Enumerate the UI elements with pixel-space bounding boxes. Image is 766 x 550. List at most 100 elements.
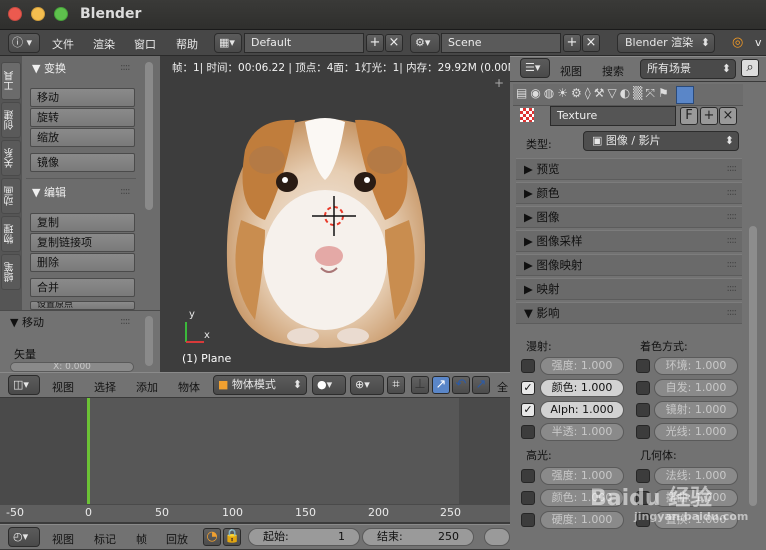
menu-select[interactable]: 选择 bbox=[94, 379, 116, 395]
ray-mirror-slider[interactable]: 光线: 1.000 bbox=[654, 423, 738, 441]
scene-field[interactable]: Scene bbox=[441, 33, 561, 53]
add-region-icon[interactable]: + bbox=[494, 76, 504, 90]
viewport-shading-select[interactable]: ●▾ bbox=[312, 375, 346, 395]
mirror-checkbox[interactable] bbox=[636, 403, 650, 417]
transform-panel-header[interactable]: ▼ 变换 bbox=[32, 60, 66, 76]
transform-axis-icon[interactable]: ⊥ bbox=[411, 376, 429, 394]
pivot-select[interactable]: ⊕▾ bbox=[350, 375, 384, 395]
texture-name-field[interactable]: Texture bbox=[550, 106, 676, 126]
maximize-window-button[interactable] bbox=[54, 7, 68, 21]
duplicate-linked-button[interactable]: 复制链接项 bbox=[30, 233, 135, 252]
ambient-slider[interactable]: 环境: 1.000 bbox=[654, 357, 738, 375]
screen-layout-icon[interactable]: ▦▾ bbox=[214, 33, 242, 53]
translucency-checkbox[interactable] bbox=[521, 425, 535, 439]
tab-tools[interactable]: 工具 bbox=[1, 62, 21, 100]
mirror-slider[interactable]: 镜射: 1.000 bbox=[654, 401, 738, 419]
end-frame-field[interactable]: 结束: 250 bbox=[362, 528, 474, 546]
menu-render[interactable]: 渲染 bbox=[93, 36, 115, 52]
start-frame-field[interactable]: 起始: 1 bbox=[248, 528, 360, 546]
panel-mapping[interactable]: ▶ 映射:::: bbox=[516, 278, 742, 300]
diffuse-color-checkbox[interactable]: ✓ bbox=[521, 381, 535, 395]
rotate-manipulator-icon[interactable]: ↶ bbox=[452, 376, 470, 394]
tab-create[interactable]: 创建 bbox=[1, 102, 21, 138]
panel-image-sampling[interactable]: ▶ 图像采样:::: bbox=[516, 230, 742, 252]
context-icons[interactable]: ▤◉◍☀⚙◊⚒▽◐▒⤧⚑ bbox=[516, 86, 744, 101]
panel-preview[interactable]: ▶ 预览:::: bbox=[516, 158, 742, 180]
menu-timeline-view[interactable]: 视图 bbox=[52, 531, 74, 547]
editor-type-button[interactable]: ⓘ ▾ bbox=[8, 33, 40, 53]
ray-mirror-checkbox[interactable] bbox=[636, 425, 650, 439]
properties-scrollbar[interactable] bbox=[749, 226, 757, 506]
menu-search[interactable]: 搜索 bbox=[602, 63, 624, 79]
tab-relations[interactable]: 关系 bbox=[1, 140, 21, 176]
current-frame-field[interactable] bbox=[484, 528, 510, 546]
menu-add[interactable]: 添加 bbox=[136, 379, 158, 395]
diffuse-color-slider[interactable]: 颜色: 1.000 bbox=[540, 379, 624, 397]
mode-select[interactable]: ■ 物体模式 ⬍ bbox=[213, 375, 307, 395]
emit-slider[interactable]: 自发: 1.000 bbox=[654, 379, 738, 397]
menu-props-view[interactable]: 视图 bbox=[560, 63, 582, 79]
vector-x-field[interactable]: X: 0.000 bbox=[10, 362, 134, 372]
timeline-editor-type-icon[interactable]: ◴▾ bbox=[8, 527, 40, 547]
lock-icon[interactable]: 🔒 bbox=[223, 528, 241, 546]
delete-button[interactable]: 删除 bbox=[30, 253, 135, 272]
panel-image[interactable]: ▶ 图像:::: bbox=[516, 206, 742, 228]
join-button[interactable]: 合并 bbox=[30, 278, 135, 297]
duplicate-button[interactable]: 复制 bbox=[30, 213, 135, 232]
spec-intensity-checkbox[interactable] bbox=[521, 469, 535, 483]
unlink-texture-icon[interactable]: × bbox=[719, 107, 737, 125]
render-engine-select[interactable]: Blender 渲染 ⬍ bbox=[617, 33, 715, 53]
menu-help[interactable]: 帮助 bbox=[176, 36, 198, 52]
scale-button[interactable]: 缩放 bbox=[30, 128, 135, 147]
tool-scrollbar[interactable] bbox=[145, 62, 153, 210]
view3d-editor-type-icon[interactable]: ◫▾ bbox=[8, 375, 40, 395]
scene-icon[interactable]: ⚙▾ bbox=[410, 33, 440, 53]
operator-scrollbar[interactable] bbox=[145, 316, 153, 366]
add-texture-icon[interactable]: + bbox=[700, 107, 718, 125]
menu-object[interactable]: 物体 bbox=[178, 379, 200, 395]
minimize-window-button[interactable] bbox=[31, 7, 45, 21]
drag-handle-icon[interactable]: :::: bbox=[120, 62, 131, 73]
texture-tab-icon[interactable] bbox=[676, 86, 694, 104]
panel-colors[interactable]: ▶ 颜色:::: bbox=[516, 182, 742, 204]
menu-window[interactable]: 窗口 bbox=[134, 36, 156, 52]
outliner-editor-type-icon[interactable]: ☰▾ bbox=[520, 58, 550, 78]
fake-user-toggle[interactable]: F bbox=[680, 107, 698, 125]
drag-handle-icon[interactable]: :::: bbox=[120, 186, 131, 197]
scale-manipulator-icon[interactable]: ↗ bbox=[472, 376, 490, 394]
translate-manipulator-icon[interactable]: ↗ bbox=[432, 376, 450, 394]
move-panel-header[interactable]: ▼ 移动 bbox=[10, 314, 44, 330]
alpha-checkbox[interactable]: ✓ bbox=[521, 403, 535, 417]
diffuse-intensity-checkbox[interactable] bbox=[521, 359, 535, 373]
drag-handle-icon[interactable]: :::: bbox=[120, 316, 131, 327]
rotate-button[interactable]: 旋转 bbox=[30, 108, 135, 127]
search-icon[interactable]: ⌕ bbox=[741, 59, 759, 77]
current-frame-line[interactable] bbox=[87, 398, 90, 508]
screen-layout-field[interactable]: Default bbox=[244, 33, 364, 53]
alpha-slider[interactable]: Alph: 1.000 bbox=[540, 401, 624, 419]
tab-animation[interactable]: 动画 bbox=[1, 178, 21, 214]
diffuse-intensity-slider[interactable]: 强度: 1.000 bbox=[540, 357, 624, 375]
hardness-checkbox[interactable] bbox=[521, 513, 535, 527]
add-scene-icon[interactable]: + bbox=[563, 34, 581, 52]
delete-layout-icon[interactable]: × bbox=[385, 34, 403, 52]
delete-scene-icon[interactable]: × bbox=[582, 34, 600, 52]
ambient-checkbox[interactable] bbox=[636, 359, 650, 373]
add-layout-icon[interactable]: + bbox=[366, 34, 384, 52]
menu-marker[interactable]: 标记 bbox=[94, 531, 116, 547]
scene-filter-select[interactable]: 所有场景 ⬍ bbox=[640, 59, 736, 79]
translucency-slider[interactable]: 半透: 1.000 bbox=[540, 423, 624, 441]
panel-image-mapping[interactable]: ▶ 图像映射:::: bbox=[516, 254, 742, 276]
preview-range-icon[interactable]: ◔ bbox=[203, 528, 221, 546]
menu-view[interactable]: 视图 bbox=[52, 379, 74, 395]
mirror-button[interactable]: 镜像 bbox=[30, 153, 135, 172]
orientation-select[interactable]: 全 bbox=[497, 379, 510, 395]
menu-file[interactable]: 文件 bbox=[52, 36, 74, 52]
texture-type-select[interactable]: ▣ 图像 / 影片 ⬍ bbox=[583, 131, 739, 151]
3d-cursor-icon[interactable] bbox=[312, 196, 356, 236]
emit-checkbox[interactable] bbox=[636, 381, 650, 395]
menu-frame[interactable]: 帧 bbox=[136, 531, 147, 547]
edit-panel-header[interactable]: ▼ 编辑 bbox=[32, 184, 66, 200]
spec-color-checkbox[interactable] bbox=[521, 491, 535, 505]
panel-influence[interactable]: ▼ 影响:::: bbox=[516, 302, 742, 324]
